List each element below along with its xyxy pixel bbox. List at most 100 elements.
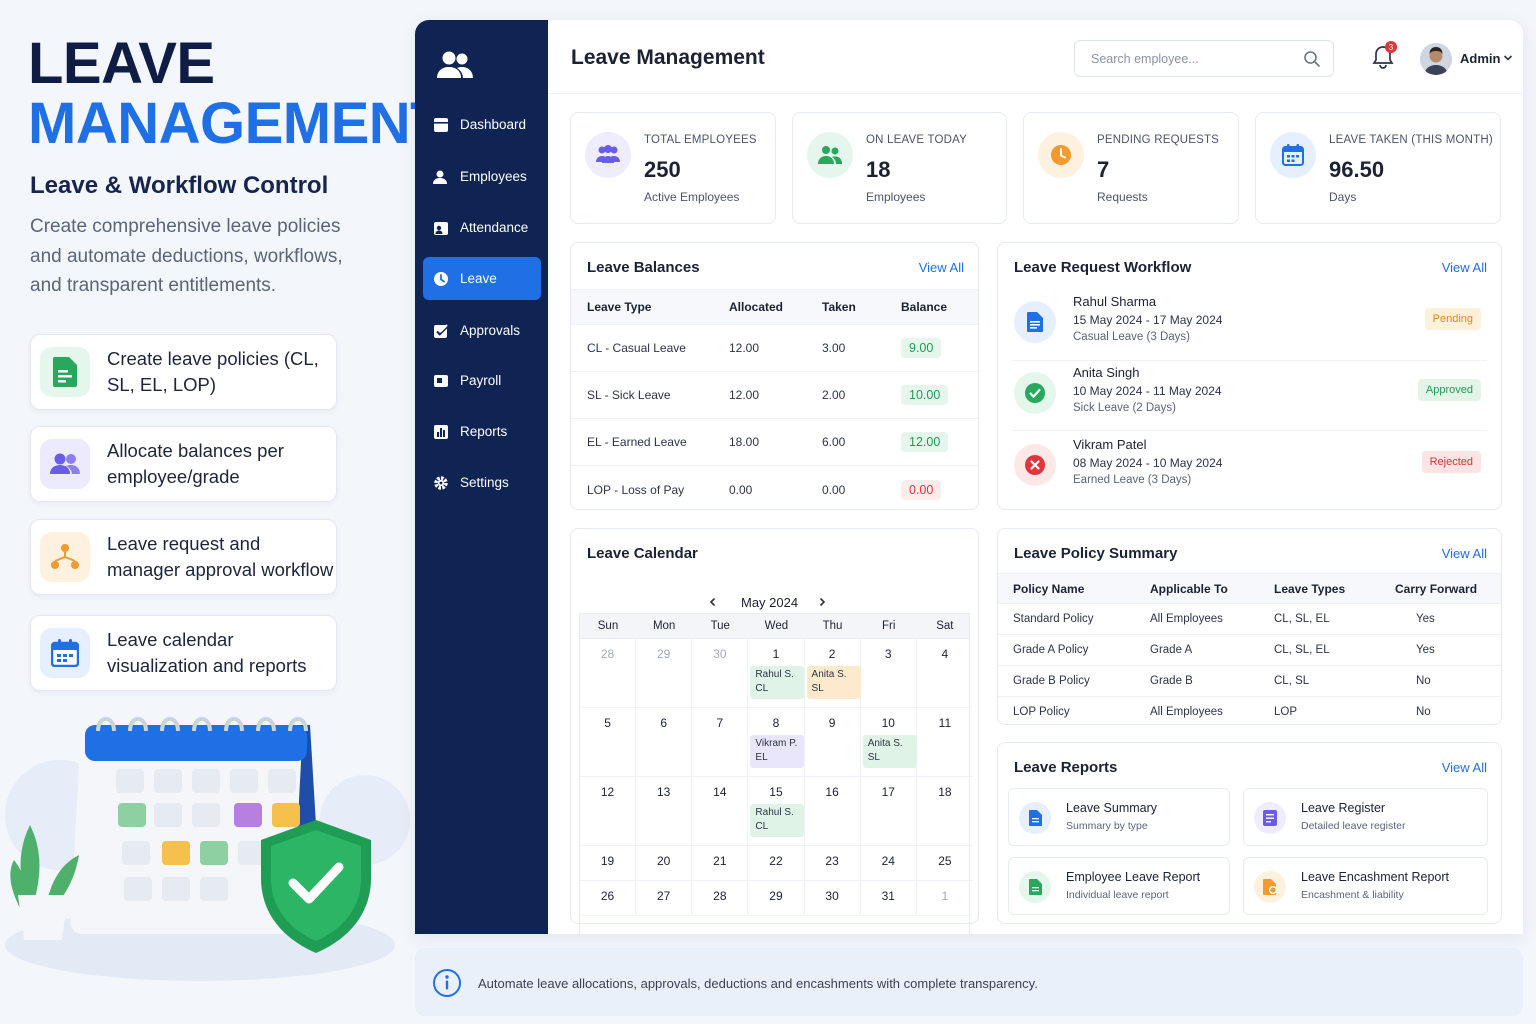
sidebar-item-employees[interactable]: Employees [423, 155, 541, 198]
view-all-link[interactable]: View All [1442, 546, 1487, 561]
event-employee: Anita S. [867, 738, 903, 749]
calendar-day-cell[interactable]: 28 [580, 639, 637, 708]
calendar-day-cell[interactable]: 29 [748, 881, 805, 916]
calendar-day-cell[interactable]: 10 Anita S. SL [860, 708, 917, 777]
calendar-day-cell[interactable]: 28 [692, 881, 749, 916]
sidebar-item-approvals[interactable]: Approvals [423, 309, 541, 352]
calendar-day-cell[interactable]: 4 [916, 639, 973, 708]
sidebar-item-attendance[interactable]: Attendance [423, 206, 541, 249]
stat-label: PENDING REQUESTS [1097, 134, 1220, 146]
calendar-leave-event[interactable]: Anita S. SL [806, 666, 861, 699]
calendar-day-cell[interactable]: 5 [580, 708, 637, 777]
view-all-link[interactable]: View All [1442, 260, 1487, 275]
workflow-request-item[interactable]: Anita Singh 10 May 2024 - 11 May 2024 Si… [998, 358, 1501, 428]
search-input[interactable] [1091, 51, 1291, 66]
calendar-day-cell[interactable]: 7 [692, 708, 749, 777]
request-employee-name: Vikram Patel [1073, 437, 1147, 452]
calendar-day-cell[interactable]: 25 [916, 846, 973, 881]
calendar-day-cell[interactable]: 12 [580, 777, 637, 846]
sidebar-item-dashboard[interactable]: Dashboard [423, 103, 541, 146]
calendar-day-cell[interactable]: 17 [860, 777, 917, 846]
panel-title: Leave Request Workflow [1014, 259, 1192, 276]
user-name[interactable]: Admin [1460, 51, 1500, 66]
calendar-day-cell[interactable]: 3 [860, 639, 917, 708]
notification-button[interactable]: 3 [1372, 41, 1397, 74]
calendar-day-cell[interactable]: 21 [692, 846, 749, 881]
calendar-day-cell[interactable]: 24 [860, 846, 917, 881]
calendar-day-cell[interactable]: 14 [692, 777, 749, 846]
column-header: Allocated [729, 300, 784, 314]
workflow-request-item[interactable]: Rahul Sharma 15 May 2024 - 17 May 2024 C… [998, 287, 1501, 357]
users-icon [40, 439, 90, 489]
prev-month-button[interactable] [702, 591, 724, 613]
taken-cell: 2.00 [822, 388, 846, 402]
table-row[interactable]: SL - Sick Leave 12.00 2.00 10.00 [571, 372, 978, 419]
report-card-leave-encashment[interactable]: Leave Encashment Report Encashment & lia… [1243, 857, 1488, 915]
calendar-leave-event[interactable]: Rahul S. CL [750, 666, 805, 699]
calendar-day-cell[interactable]: 30 [804, 881, 861, 916]
clock-icon [1038, 132, 1084, 178]
calendar-day-cell[interactable]: 8 Vikram P. EL [748, 708, 805, 777]
calendar-day-cell[interactable]: 2 Anita S. SL [804, 639, 861, 708]
hero-title-line2: MANAGEMENT [28, 91, 446, 156]
calendar-day-cell[interactable]: 18 [916, 777, 973, 846]
calendar-leave-event[interactable]: Rahul S. CL [750, 804, 805, 837]
calendar-day-cell[interactable]: 1 Rahul S. CL [748, 639, 805, 708]
calendar-day-cell[interactable]: 16 [804, 777, 861, 846]
stat-label: LEAVE TAKEN (THIS MONTH) [1329, 134, 1493, 146]
calendar-day-cell[interactable]: 1 [916, 881, 973, 916]
sidebar-item-settings[interactable]: Settings [423, 461, 541, 504]
calendar-day-cell[interactable]: 22 [748, 846, 805, 881]
calendar-day-cell[interactable]: 9 [804, 708, 861, 777]
search-icon[interactable] [1303, 50, 1321, 68]
calendar-leave-event[interactable]: Anita S. SL [862, 735, 917, 768]
calendar-day-cell[interactable]: 11 [916, 708, 973, 777]
stat-card-leave-taken: LEAVE TAKEN (THIS MONTH) 96.50 Days [1255, 112, 1501, 224]
calendar-day-cell[interactable]: 26 [580, 881, 637, 916]
search-box [1074, 40, 1334, 77]
calendar-shield-illustration [5, 717, 410, 981]
view-all-link[interactable]: View All [1442, 760, 1487, 775]
calendar-day-cell[interactable]: 13 [636, 777, 693, 846]
report-desc: Encashment & liability [1301, 889, 1404, 901]
table-row[interactable]: Grade A Policy Grade A CL, SL, EL Yes [998, 634, 1501, 665]
feature-card-workflow: Leave request and manager approval workf… [30, 519, 337, 595]
calendar-day-cell[interactable]: 31 [860, 881, 917, 916]
leave-policy-panel: Leave Policy Summary View All Policy Nam… [997, 528, 1502, 725]
report-card-leave-summary[interactable]: Leave Summary Summary by type [1008, 788, 1230, 846]
report-card-leave-register[interactable]: Leave Register Detailed leave register [1243, 788, 1488, 846]
sidebar-item-leave[interactable]: Leave [423, 257, 541, 300]
chevron-down-icon[interactable] [1503, 53, 1513, 63]
table-row[interactable]: LOP - Loss of Pay 0.00 0.00 0.00 [571, 466, 978, 513]
table-row[interactable]: Grade B Policy Grade B CL, SL No [998, 665, 1501, 696]
request-dates: 10 May 2024 - 11 May 2024 [1073, 384, 1222, 398]
calendar-day-cell[interactable]: 6 [636, 708, 693, 777]
report-desc: Individual leave report [1066, 889, 1169, 901]
calendar-day-cell[interactable]: 27 [636, 881, 693, 916]
calendar-leave-event[interactable]: Vikram P. EL [750, 735, 805, 768]
next-month-button[interactable] [811, 591, 833, 613]
report-card-employee-leave[interactable]: Employee Leave Report Individual leave r… [1008, 857, 1230, 915]
calendar-day-cell[interactable]: 15 Rahul S. CL [748, 777, 805, 846]
calendar-day-cell[interactable]: 29 [636, 639, 693, 708]
policy-cell: Grade A [1150, 644, 1193, 656]
calendar-day-cell[interactable]: 19 [580, 846, 637, 881]
table-row[interactable]: CL - Casual Leave 12.00 3.00 9.00 [571, 325, 978, 372]
avatar[interactable] [1420, 43, 1452, 75]
weekday-label: Sun [597, 620, 619, 632]
calendar-day-cell[interactable]: 20 [636, 846, 693, 881]
calendar-day-cell[interactable]: 23 [804, 846, 861, 881]
weekday-label: Tue [710, 620, 730, 632]
table-row[interactable]: LOP Policy All Employees LOP No [998, 696, 1501, 727]
sidebar-item-payroll[interactable]: Payroll [423, 359, 541, 402]
workflow-request-item[interactable]: Vikram Patel 08 May 2024 - 10 May 2024 E… [998, 430, 1501, 500]
calendar-day-cell[interactable]: 30 [692, 639, 749, 708]
table-row[interactable]: Standard Policy All Employees CL, SL, EL Ye… [998, 603, 1501, 634]
sidebar-item-reports[interactable]: Reports [423, 410, 541, 453]
sidebar-item-label: Approvals [460, 323, 521, 338]
table-row[interactable]: EL - Earned Leave 18.00 6.00 12.00 [571, 419, 978, 466]
taken-cell: 3.00 [822, 341, 846, 355]
document-icon [1014, 301, 1056, 343]
view-all-link[interactable]: View All [919, 260, 964, 275]
allocated-cell: 0.00 [729, 482, 753, 497]
